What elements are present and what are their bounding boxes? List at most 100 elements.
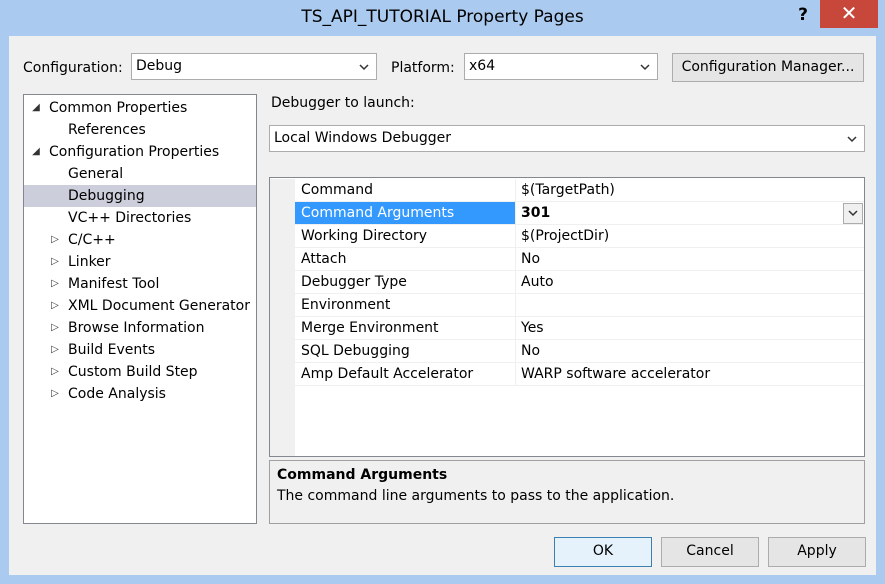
- tree-item[interactable]: ▷ Linker: [24, 251, 256, 273]
- property-name[interactable]: Debugger Type: [295, 271, 515, 294]
- grid-row[interactable]: Command Arguments 301: [270, 202, 864, 225]
- property-tree[interactable]: ◢ Common Properties References ◢ Configurati…: [23, 94, 257, 524]
- tree-item-label: Configuration Properties: [49, 144, 220, 160]
- property-name[interactable]: Attach: [295, 248, 515, 271]
- tree-item[interactable]: Debugging: [24, 185, 256, 207]
- property-grid[interactable]: Command $(TargetPath) Command Arguments 301…: [269, 177, 865, 457]
- property-pages-window: TS_API_TUTORIAL Property Pages ? ✕ Confi…: [0, 0, 885, 584]
- property-value[interactable]: No: [515, 340, 864, 363]
- grid-gutter: [270, 248, 295, 271]
- collapsed-arrow-icon[interactable]: ▷: [49, 229, 61, 251]
- tree-item[interactable]: References: [24, 119, 256, 141]
- platform-value: x64: [469, 58, 496, 74]
- property-value[interactable]: 301: [515, 202, 864, 225]
- tree-item-label: Debugging: [68, 188, 145, 204]
- tree-item[interactable]: ▷ Custom Build Step: [24, 361, 256, 383]
- dialog-client-area: Configuration: Debug Platform: x64 Confi…: [9, 36, 876, 575]
- grid-gutter: [270, 271, 295, 294]
- property-name[interactable]: Command: [295, 179, 515, 202]
- collapsed-arrow-icon[interactable]: ▷: [49, 383, 61, 405]
- tree-item-label: Browse Information: [68, 320, 205, 336]
- tree-item-label: General: [68, 166, 124, 182]
- grid-row[interactable]: Environment: [270, 294, 864, 317]
- grid-gutter: [270, 385, 295, 456]
- property-name[interactable]: Command Arguments: [295, 202, 515, 225]
- tree-item-label: Custom Build Step: [68, 364, 198, 380]
- tree-item[interactable]: ▷ Code Analysis: [24, 383, 256, 405]
- property-value[interactable]: $(TargetPath): [515, 179, 864, 202]
- close-button[interactable]: ✕: [820, 0, 878, 28]
- property-value-text: No: [521, 343, 541, 359]
- collapsed-arrow-icon[interactable]: ▷: [49, 251, 61, 273]
- chevron-down-icon: [847, 136, 857, 143]
- tree-item[interactable]: ▷ C/C++: [24, 229, 256, 251]
- ok-button[interactable]: OK: [554, 537, 652, 567]
- grid-row[interactable]: Working Directory $(ProjectDir): [270, 225, 864, 248]
- tree-item-label: Linker: [68, 254, 111, 270]
- property-name[interactable]: SQL Debugging: [295, 340, 515, 363]
- grid-row[interactable]: Attach No: [270, 248, 864, 271]
- collapsed-arrow-icon[interactable]: ▷: [49, 295, 61, 317]
- tree-item[interactable]: VC++ Directories: [24, 207, 256, 229]
- property-value[interactable]: WARP software accelerator: [515, 363, 864, 386]
- grid-gutter: [270, 294, 295, 317]
- property-value-text: Yes: [521, 320, 544, 336]
- apply-button[interactable]: Apply: [768, 537, 866, 567]
- grid-row[interactable]: Command $(TargetPath): [270, 179, 864, 202]
- collapsed-arrow-icon[interactable]: ▷: [49, 361, 61, 383]
- value-dropdown-button[interactable]: [843, 203, 863, 224]
- property-value[interactable]: $(ProjectDir): [515, 225, 864, 248]
- property-value-text: $(ProjectDir): [521, 228, 610, 244]
- tree-item[interactable]: ▷ Browse Information: [24, 317, 256, 339]
- property-value[interactable]: Auto: [515, 271, 864, 294]
- collapsed-arrow-icon[interactable]: ▷: [49, 317, 61, 339]
- property-value-text: $(TargetPath): [521, 182, 615, 198]
- property-value[interactable]: [515, 294, 864, 317]
- grid-row[interactable]: Amp Default Accelerator WARP software acc…: [270, 363, 864, 386]
- property-name[interactable]: Merge Environment: [295, 317, 515, 340]
- tree-item[interactable]: ◢ Common Properties: [24, 97, 256, 119]
- cancel-button[interactable]: Cancel: [661, 537, 759, 567]
- collapsed-arrow-icon[interactable]: ▷: [49, 273, 61, 295]
- tree-item-label: Build Events: [68, 342, 155, 358]
- property-value[interactable]: No: [515, 248, 864, 271]
- tree-item[interactable]: ▷ Build Events: [24, 339, 256, 361]
- help-button[interactable]: ?: [792, 2, 814, 28]
- platform-label: Platform:: [391, 60, 455, 76]
- tree-item[interactable]: ▷ Manifest Tool: [24, 273, 256, 295]
- debugger-dropdown[interactable]: Local Windows Debugger: [269, 125, 865, 152]
- grid-gutter: [270, 317, 295, 340]
- expanded-arrow-icon[interactable]: ◢: [30, 97, 42, 119]
- property-value-text: WARP software accelerator: [521, 366, 711, 382]
- tree-item[interactable]: ▷ XML Document Generator: [24, 295, 256, 317]
- chevron-down-icon: [359, 64, 369, 71]
- property-name[interactable]: Environment: [295, 294, 515, 317]
- grid-row[interactable]: Merge Environment Yes: [270, 317, 864, 340]
- configuration-dropdown[interactable]: Debug: [131, 53, 377, 80]
- configuration-manager-button[interactable]: Configuration Manager...: [672, 53, 864, 82]
- tree-item[interactable]: ◢ Configuration Properties: [24, 141, 256, 163]
- property-value-text: Auto: [521, 274, 554, 290]
- grid-row[interactable]: Debugger Type Auto: [270, 271, 864, 294]
- tree-item-label: Common Properties: [49, 100, 188, 116]
- tree-item-label: C/C++: [68, 232, 116, 248]
- property-name[interactable]: Amp Default Accelerator: [295, 363, 515, 386]
- property-name[interactable]: Working Directory: [295, 225, 515, 248]
- tree-item-label: XML Document Generator: [68, 298, 250, 314]
- property-value-text: No: [521, 251, 541, 267]
- grid-gutter: [270, 340, 295, 363]
- configuration-label: Configuration:: [23, 60, 123, 76]
- property-value-text: 301: [521, 205, 551, 221]
- description-title: Command Arguments: [277, 467, 448, 483]
- title-bar[interactable]: TS_API_TUTORIAL Property Pages ? ✕: [0, 0, 885, 36]
- platform-dropdown[interactable]: x64: [464, 53, 658, 80]
- collapsed-arrow-icon[interactable]: ▷: [49, 339, 61, 361]
- debugger-label: Debugger to launch:: [271, 95, 415, 111]
- grid-gutter: [270, 363, 295, 386]
- window-title: TS_API_TUTORIAL Property Pages: [301, 7, 584, 27]
- grid-row[interactable]: SQL Debugging No: [270, 340, 864, 363]
- tree-item[interactable]: General: [24, 163, 256, 185]
- expanded-arrow-icon[interactable]: ◢: [30, 141, 42, 163]
- property-value[interactable]: Yes: [515, 317, 864, 340]
- description-panel: Command Arguments The command line argum…: [269, 460, 865, 524]
